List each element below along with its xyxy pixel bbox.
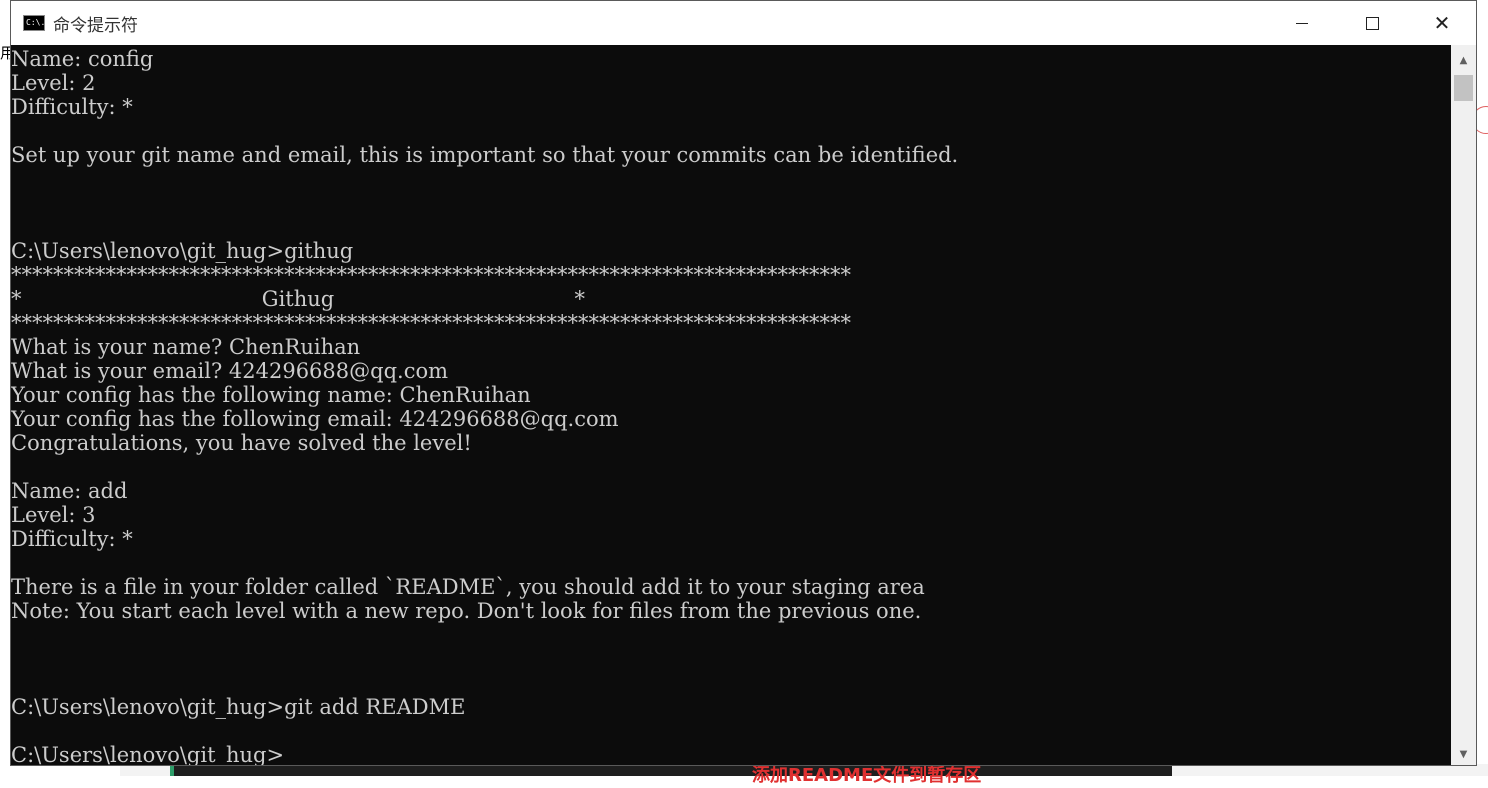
- console-line: ****************************************…: [11, 311, 851, 335]
- cmd-app-icon: C:\.: [23, 15, 45, 31]
- console-line: Your config has the following name: Chen…: [11, 383, 531, 407]
- console-line: C:\Users\lenovo\git_hug>githug: [11, 239, 354, 263]
- console-line: C:\Users\lenovo\git_hug>git add README: [11, 695, 466, 719]
- maximize-icon: [1365, 16, 1379, 30]
- vertical-scrollbar[interactable]: ▲ ▼: [1451, 45, 1476, 765]
- title-bar[interactable]: C:\. 命令提示符 ✕: [11, 1, 1476, 45]
- console-line: Note: You start each level with a new re…: [11, 599, 922, 623]
- console-line: Name: add: [11, 479, 128, 503]
- console-line: Congratulations, you have solved the lev…: [11, 431, 472, 455]
- console-line: Difficulty: *: [11, 95, 133, 119]
- console-line: Level: 2: [11, 71, 96, 95]
- cmd-window: C:\. 命令提示符 ✕ Name: config Level: 2 Difficu…: [10, 0, 1477, 766]
- close-button[interactable]: ✕: [1407, 1, 1477, 45]
- console-line: What is your name? ChenRuihan: [11, 335, 361, 359]
- scroll-up-arrow-icon[interactable]: ▲: [1451, 49, 1476, 71]
- console-output[interactable]: Name: config Level: 2 Difficulty: * Set up …: [11, 45, 1451, 765]
- console-line: Your config has the following email: 424…: [11, 407, 619, 431]
- maximize-button[interactable]: [1337, 1, 1407, 45]
- minimize-button[interactable]: [1267, 1, 1337, 45]
- window-title: 命令提示符: [53, 15, 138, 36]
- console-line: Name: config: [11, 47, 154, 71]
- backdrop-red-caption: 添加README文件到暂存区: [752, 765, 982, 786]
- console-line: There is a file in your folder called `R…: [11, 575, 925, 599]
- console-line: Set up your git name and email, this is …: [11, 143, 959, 167]
- console-line: Difficulty: *: [11, 527, 133, 551]
- minimize-icon: [1296, 22, 1308, 24]
- close-icon: ✕: [1433, 11, 1451, 35]
- console-line: Level: 3: [11, 503, 96, 527]
- console-line: * Githug *: [11, 287, 586, 311]
- console-line: C:\Users\lenovo\git_hug>: [11, 743, 285, 765]
- console-line: ****************************************…: [11, 263, 851, 287]
- scroll-thumb[interactable]: [1454, 75, 1473, 101]
- console-line: What is your email? 424296688@qq.com: [11, 359, 449, 383]
- scroll-down-arrow-icon[interactable]: ▼: [1451, 743, 1476, 765]
